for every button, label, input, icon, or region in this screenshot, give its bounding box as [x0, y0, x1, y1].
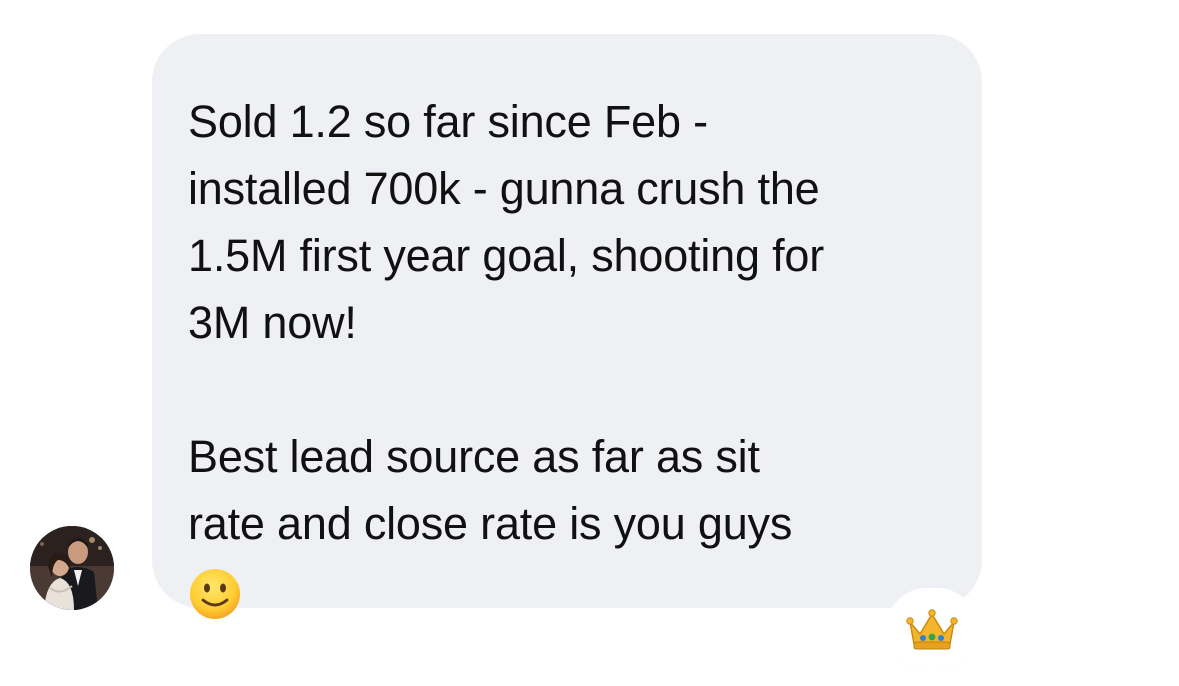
reaction-badge[interactable] [890, 592, 974, 666]
avatar-photo-icon [30, 526, 114, 610]
message-line: Sold 1.2 so far since Feb - [188, 96, 708, 147]
slightly-smiling-face-icon [188, 567, 240, 619]
crown-icon [906, 609, 958, 650]
message-line: Best lead source as far as sit [188, 431, 760, 482]
message-line: rate and close rate is you guys [188, 498, 793, 549]
sender-avatar[interactable] [30, 526, 114, 610]
message-line: 1.5M first year goal, shooting for [188, 230, 825, 281]
message-line: installed 700k - gunna crush the [188, 163, 820, 214]
message-bubble[interactable]: Sold 1.2 so far since Feb - installed 70… [152, 34, 982, 619]
message-line: 3M now! [188, 297, 357, 348]
chat-area: Sold 1.2 so far since Feb - installed 70… [0, 0, 1179, 686]
